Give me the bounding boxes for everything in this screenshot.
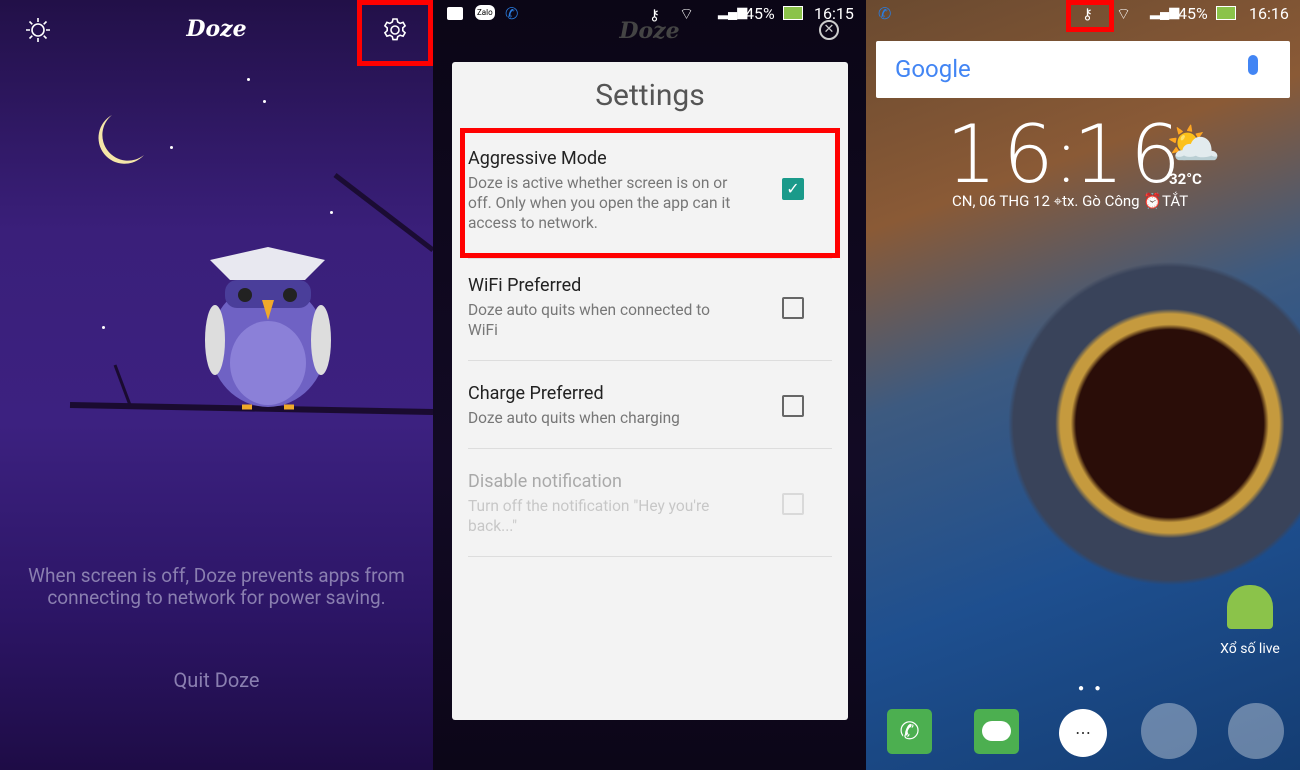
- divider: [468, 448, 832, 449]
- setting-wifi-preferred[interactable]: WiFi Preferred Doze auto quits when conn…: [468, 275, 832, 340]
- app-xo-so-live[interactable]: Xổ số live: [1206, 585, 1294, 657]
- setting-disable-notification: Disable notification Turn off the notifi…: [468, 471, 832, 536]
- charge-preferred-checkbox[interactable]: [782, 395, 804, 417]
- phone-icon[interactable]: ✆: [887, 709, 932, 754]
- setting-charge-preferred[interactable]: Charge Preferred Doze auto quits when ch…: [468, 383, 832, 428]
- wifi-preferred-checkbox[interactable]: [782, 297, 804, 319]
- owl-illustration: [205, 247, 331, 410]
- highlight-box: [1066, 0, 1114, 32]
- gear-icon: [383, 18, 407, 41]
- wifi-icon: ⌔: [1116, 4, 1132, 23]
- divider: [468, 258, 832, 259]
- temperature: 32°C: [1169, 170, 1202, 188]
- disable-notification-checkbox: [782, 493, 804, 515]
- play-store-folder-icon[interactable]: [1228, 703, 1284, 759]
- setting-title: Disable notification: [468, 471, 622, 492]
- location: tx. Gò Công: [1062, 192, 1140, 210]
- clock: 16:16: [1249, 4, 1289, 23]
- google-search-bar[interactable]: Google: [876, 41, 1290, 98]
- highlight-box: [460, 128, 840, 258]
- home-screen: ✆ ⚷ ⌔ ▂▄▆ 45% 16:16 Google 16:16 ⛅ 32°C …: [866, 0, 1300, 770]
- android-icon: [1227, 585, 1273, 629]
- setting-description: Doze auto quits when connected to WiFi: [468, 301, 710, 339]
- date-row: CN, 06 THG 12 ⌖tx. Gò Công ⏰TẮT: [952, 192, 1188, 210]
- clock-hours: 16: [946, 108, 1060, 201]
- messages-icon[interactable]: [974, 709, 1019, 754]
- app-label: Xổ số live: [1220, 641, 1280, 657]
- setting-title: WiFi Preferred: [468, 275, 582, 296]
- divider: [468, 360, 832, 361]
- google-logo: Google: [895, 55, 971, 83]
- app-drawer-icon[interactable]: ⋯: [1059, 709, 1107, 757]
- quit-doze-button[interactable]: Quit Doze: [0, 668, 433, 692]
- date: CN, 06 THG 12: [952, 192, 1050, 210]
- dialog-title: Settings: [595, 78, 705, 113]
- alarm-icon: ⏰: [1143, 192, 1163, 210]
- background-app-title: Doze: [619, 18, 680, 44]
- partly-cloudy-icon: ⛅: [1166, 118, 1221, 170]
- settings-button[interactable]: [381, 16, 409, 44]
- setting-title: Charge Preferred: [468, 383, 604, 404]
- page-indicator: ● ●: [1078, 683, 1105, 694]
- clock-widget[interactable]: 16:16: [946, 108, 1187, 201]
- battery-charging-icon: [1216, 6, 1236, 20]
- setting-description: Doze auto quits when charging: [468, 409, 680, 427]
- description-text: When screen is off, Doze prevents apps f…: [28, 564, 405, 609]
- signal-icon: ▂▄▆: [1150, 5, 1180, 20]
- mic-icon[interactable]: [1248, 55, 1258, 75]
- phone-call-icon: ✆: [878, 4, 892, 23]
- moon-icon: [98, 115, 144, 164]
- doze-main-screen: Doze When screen is off, Doze prevents a…: [0, 0, 433, 770]
- divider: [468, 556, 832, 557]
- close-button[interactable]: ✕: [819, 20, 839, 40]
- location-icon: ⌖: [1053, 192, 1063, 210]
- setting-description: Turn off the notification "Hey you're ba…: [468, 497, 710, 535]
- alarm-status: TẮT: [1162, 192, 1189, 210]
- battery-percentage: 45%: [1178, 4, 1208, 23]
- doze-settings-screen: Zalo ✆ ⚷ ⌔ ▂▄▆ 45% 16:15 Doze ✕ Settings…: [433, 0, 866, 770]
- camera-folder-icon[interactable]: [1141, 703, 1197, 759]
